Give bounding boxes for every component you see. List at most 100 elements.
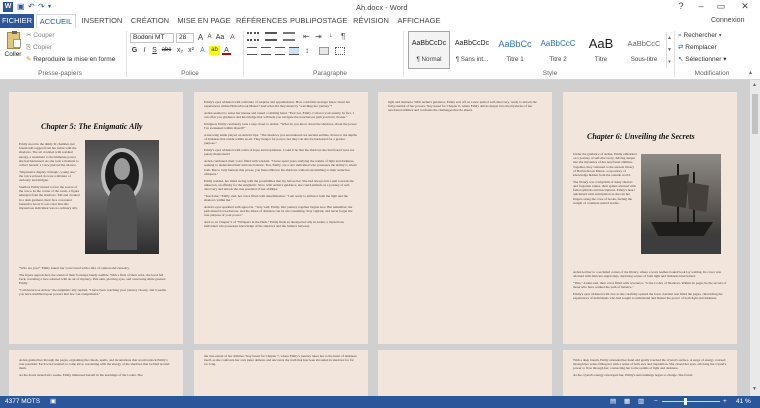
page-3[interactable]: light and darkness. With Arden's guidanc… — [378, 92, 552, 344]
collapse-ribbon-icon[interactable]: ▴ — [749, 69, 752, 76]
show-marks-button[interactable]: ¶ — [341, 32, 345, 41]
editing-group-label: Modification — [694, 70, 730, 77]
page-6[interactable]: the true extent of her abilities. Stay t… — [194, 350, 368, 396]
line-spacing-icon[interactable]: ↕ — [305, 46, 309, 55]
shading-icon[interactable] — [319, 47, 329, 55]
vertical-scrollbar[interactable]: ▲ ▼ — [750, 80, 760, 396]
style-heading-1[interactable]: AaBbCc Titre 1 — [494, 31, 536, 69]
font-size-field[interactable]: 28 — [176, 33, 194, 43]
align-right-icon[interactable] — [275, 47, 285, 55]
page-4[interactable]: Chapter 6: Unveiling the Secrets Under t… — [563, 92, 737, 344]
style-normal[interactable]: AaBbCcDc ¶ Normal — [408, 31, 450, 69]
portrait-image[interactable] — [85, 140, 159, 254]
minimize-button[interactable]: – — [692, 0, 710, 14]
zoom-level[interactable]: 41 % — [736, 396, 751, 408]
cut-button[interactable]: ✂ Couper — [26, 31, 55, 40]
styles-scroll[interactable]: ▲ ▼ ▾ — [666, 32, 672, 68]
document-area[interactable]: Chapter 5: The Enigmatic Ally Emily stoo… — [0, 80, 760, 396]
print-layout-icon[interactable]: ▦ — [624, 396, 630, 408]
window-title: Ah.docx - Word — [356, 3, 408, 12]
read-mode-icon[interactable]: ▤ — [610, 396, 616, 408]
page-text: With a deep breath, Emily extended her h… — [573, 358, 727, 378]
sign-in-link[interactable]: Connexion — [711, 17, 744, 24]
select-button[interactable]: ↖ Sélectionner ▾ — [678, 55, 726, 64]
tab-creation[interactable]: CRÉATION — [130, 14, 170, 28]
word-count[interactable]: 4377 MOTS — [5, 396, 40, 408]
find-button[interactable]: ⌕ Rechercher ▾ — [678, 31, 722, 40]
highlight-button[interactable]: ab — [209, 46, 220, 55]
underline-button[interactable]: S — [150, 46, 159, 55]
tab-revision[interactable]: RÉVISION — [352, 14, 390, 28]
page-5[interactable]: Arden guided her through the pages, expl… — [9, 350, 183, 396]
paste-button[interactable]: Coller — [3, 31, 23, 66]
redo-icon[interactable]: ↷ — [38, 0, 45, 14]
zoom-slider[interactable] — [662, 398, 720, 405]
subscript-button[interactable]: x₂ — [175, 46, 185, 55]
page-7[interactable] — [378, 350, 552, 396]
chapter-title: Chapter 5: The Enigmatic Ally — [41, 122, 143, 131]
numbering-icon[interactable] — [265, 32, 277, 41]
page-8[interactable]: With a deep breath, Emily extended her h… — [563, 350, 737, 396]
style-no-spacing[interactable]: AaBbCcDc ¶ Sans int... — [451, 31, 493, 69]
ribbon: Coller ✂ Couper ⎘ Copier ✎ Reproduire la… — [0, 28, 760, 80]
clipboard-group-label: Presse-papiers — [38, 70, 82, 77]
copy-icon: ⎘ — [26, 44, 34, 51]
change-case-button[interactable]: Aa — [214, 33, 226, 42]
undo-icon[interactable]: ↶ — [28, 0, 35, 14]
proofing-icon[interactable]: ▣ — [50, 396, 56, 408]
superscript-button[interactable]: x² — [186, 46, 196, 55]
tab-affichage[interactable]: AFFICHAGE — [396, 14, 442, 28]
style-subtitle[interactable]: AaBbCcC Sous-titre — [623, 31, 665, 69]
save-icon[interactable]: ▣ — [17, 0, 25, 14]
font-name-field[interactable]: Bodoni MT — [130, 33, 174, 43]
tab-mise-en-page[interactable]: MISE EN PAGE — [176, 14, 232, 28]
italic-button[interactable]: I — [140, 46, 149, 55]
scroll-up-icon[interactable]: ▲ — [752, 82, 757, 88]
zoom-in-button[interactable]: + — [723, 396, 727, 408]
replace-button[interactable]: ⇄ Remplacer — [678, 43, 717, 52]
scroll-thumb[interactable] — [752, 94, 758, 134]
chapter-title: Chapter 6: Unveiling the Secrets — [587, 132, 695, 141]
justify-icon[interactable] — [289, 47, 299, 55]
shrink-font-button[interactable]: A — [205, 33, 214, 42]
style-title[interactable]: AaB Titre — [580, 31, 622, 69]
tab-fichier[interactable]: FICHIER — [0, 14, 34, 28]
style-heading-2[interactable]: AaBbCcC Titre 2 — [537, 31, 579, 69]
tab-accueil[interactable]: ACCUEIL — [36, 14, 76, 29]
page-2[interactable]: Emily's eyes widened with a mixture of s… — [194, 92, 368, 344]
multilevel-list-icon[interactable] — [283, 32, 295, 41]
zoom-out-button[interactable]: − — [654, 396, 658, 408]
borders-icon[interactable] — [335, 47, 345, 55]
strikethrough-button[interactable]: abc — [160, 46, 173, 55]
styles-group-label: Style — [542, 70, 558, 77]
close-button[interactable]: ✕ — [736, 0, 754, 14]
grow-font-button[interactable]: A — [196, 33, 205, 42]
font-color-button[interactable]: A — [222, 46, 231, 55]
increase-indent-icon[interactable]: ⇥ — [315, 32, 322, 41]
format-painter-button[interactable]: ✎ Reproduire la mise en forme — [26, 55, 115, 64]
text-effects-button[interactable]: A — [198, 46, 207, 55]
help-button[interactable]: ? — [672, 0, 690, 14]
customize-qat-icon[interactable]: ▾ — [48, 0, 51, 14]
web-layout-icon[interactable]: ▥ — [638, 396, 644, 408]
clear-formatting-button[interactable]: A — [228, 33, 237, 42]
word-logo-icon[interactable]: W — [3, 2, 13, 12]
bullets-icon[interactable] — [247, 32, 259, 41]
restore-button[interactable]: ▭ — [712, 0, 730, 14]
sort-icon[interactable]: ↓ — [329, 32, 333, 39]
align-center-icon[interactable] — [261, 47, 271, 55]
paste-icon — [6, 31, 21, 49]
zoom-slider-thumb[interactable] — [684, 398, 687, 405]
align-left-icon[interactable] — [247, 47, 257, 55]
tab-publipostage[interactable]: PUBLIPOSTAGE — [290, 14, 347, 28]
bold-button[interactable]: G — [130, 46, 139, 55]
page-1[interactable]: Chapter 5: The Enigmatic Ally Emily stoo… — [9, 92, 183, 344]
copy-button[interactable]: ⎘ Copier — [26, 43, 52, 52]
page-text: Arden guided her through the pages, expl… — [19, 358, 170, 378]
ribbon-tabs: FICHIER ACCUEIL INSERTION CRÉATION MISE … — [0, 14, 760, 29]
ship-image[interactable] — [641, 154, 721, 254]
decrease-indent-icon[interactable]: ⇤ — [303, 32, 310, 41]
scroll-down-icon[interactable]: ▼ — [752, 386, 757, 392]
tab-insertion[interactable]: INSERTION — [80, 14, 124, 28]
tab-references[interactable]: RÉFÉRENCES — [236, 14, 287, 28]
